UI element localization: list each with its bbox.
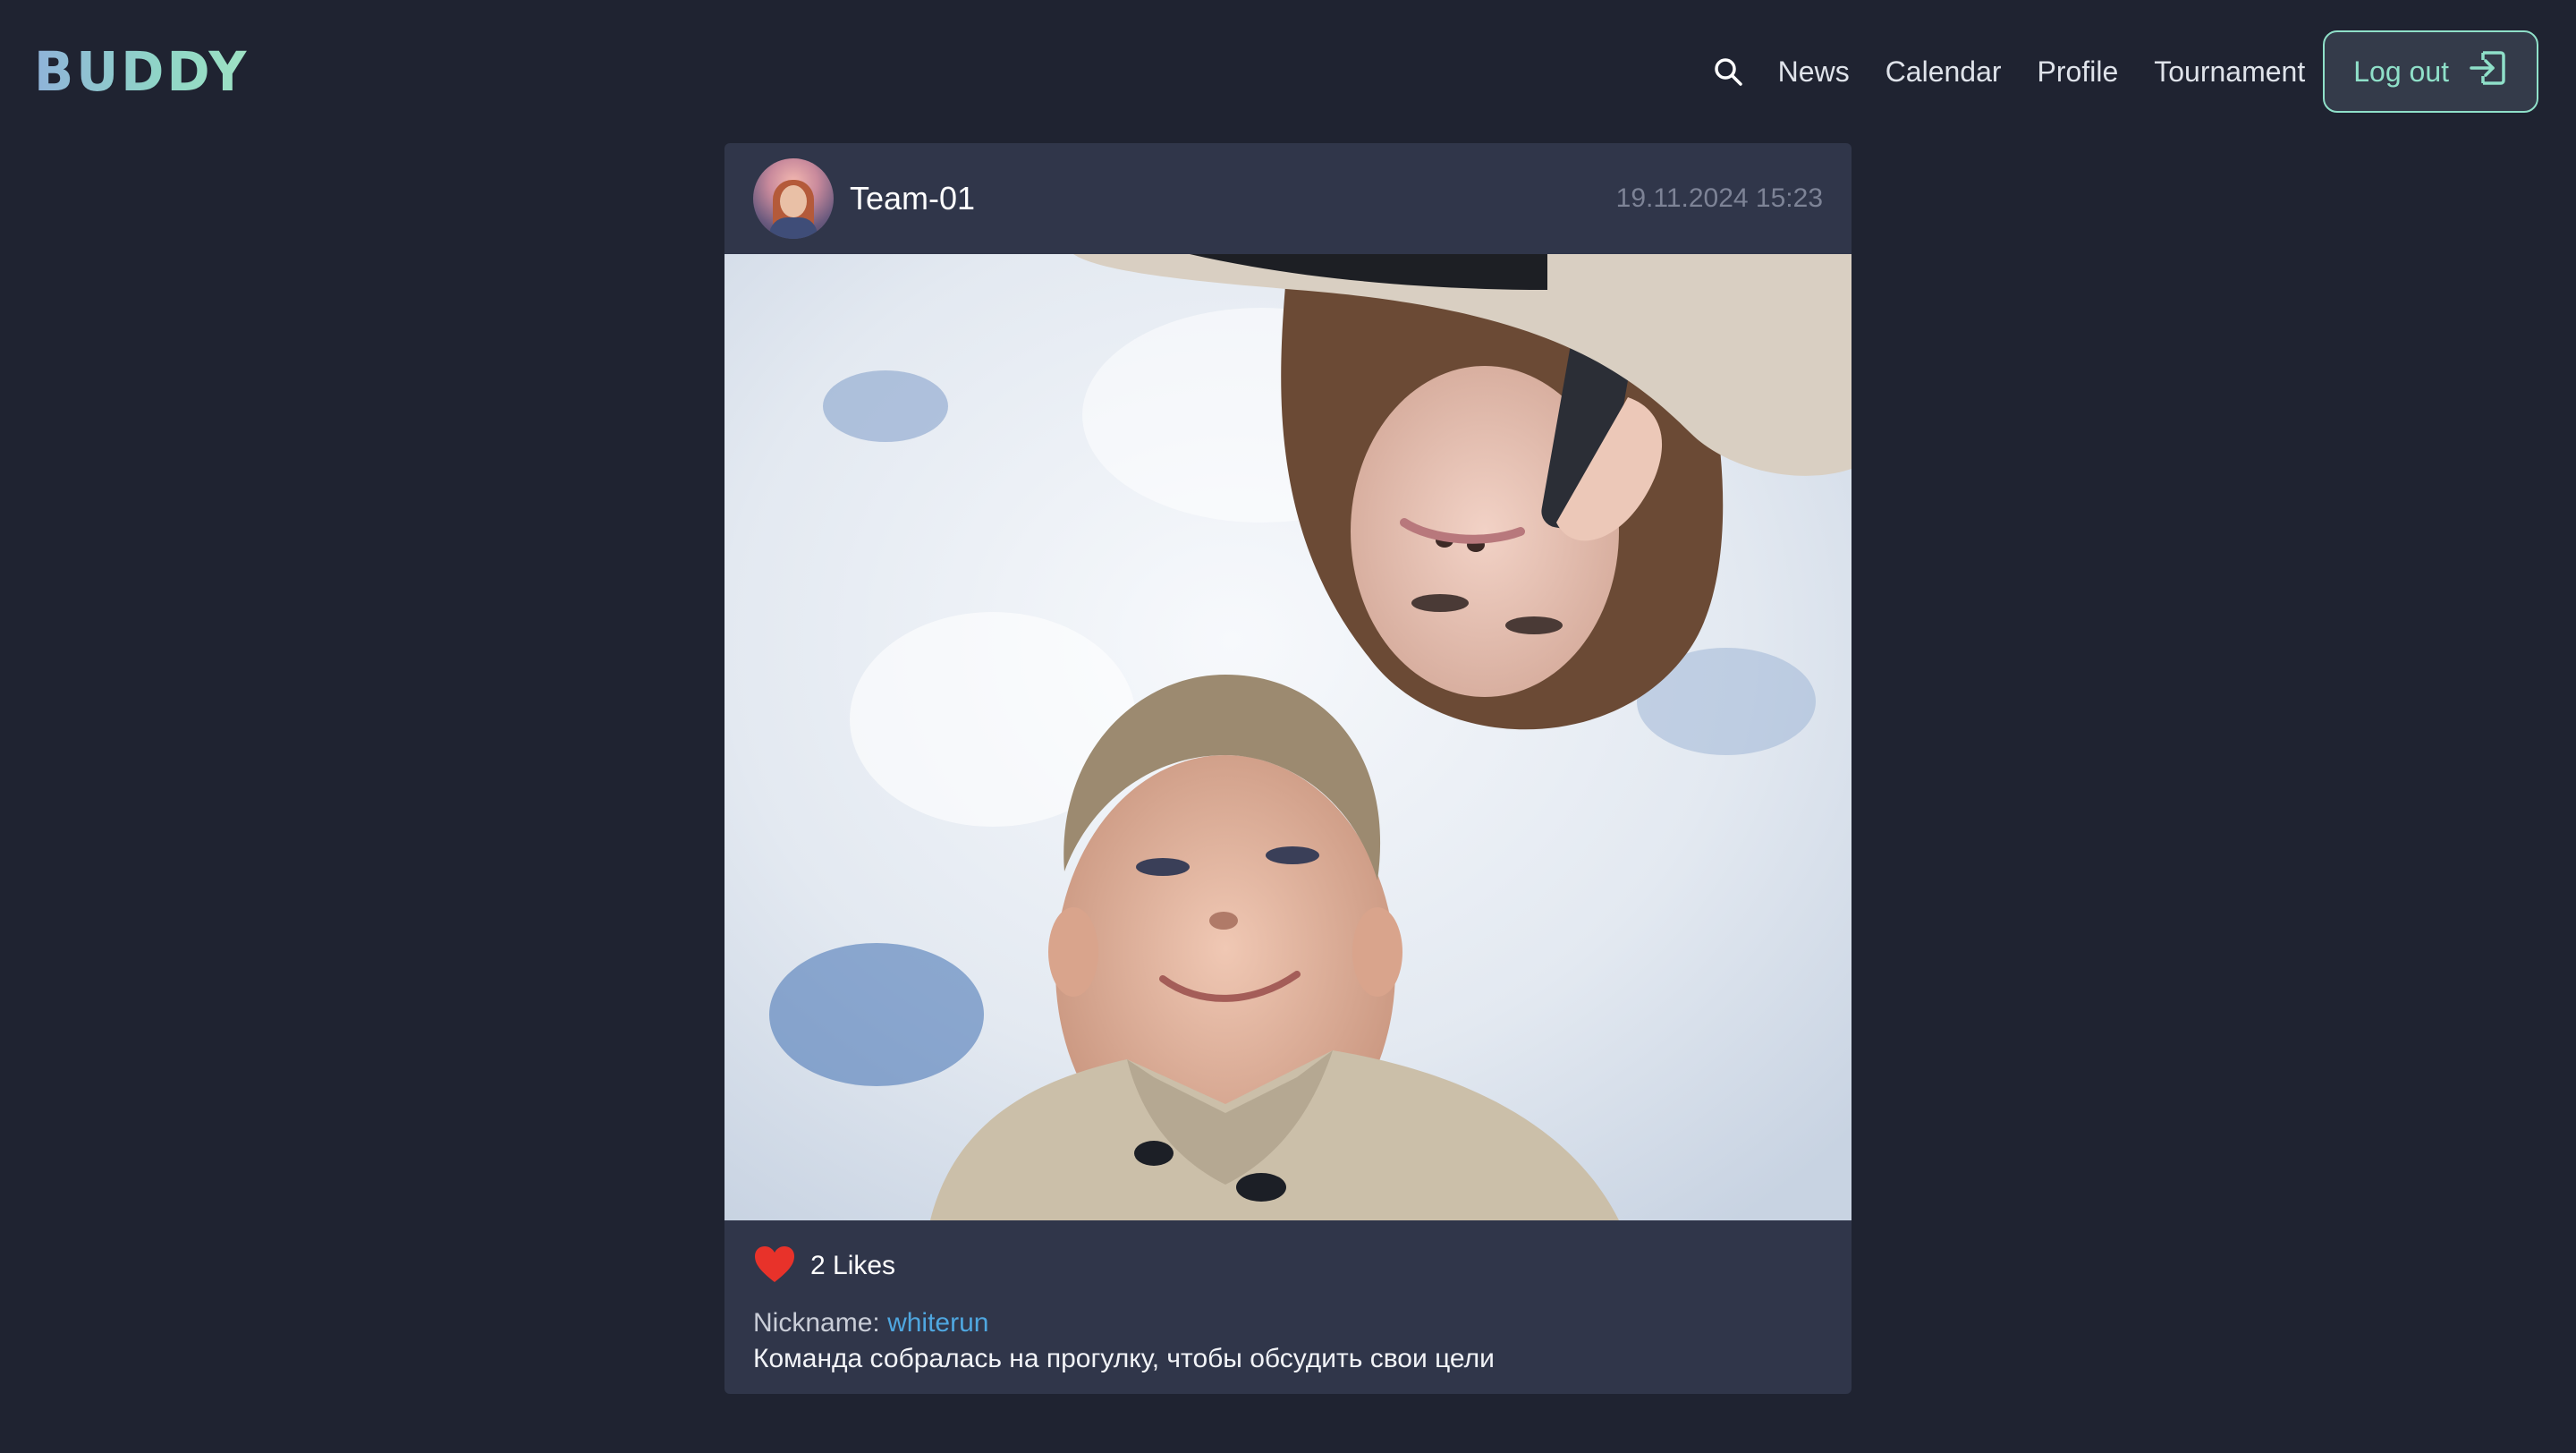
page: BUDDY News Calendar Profile Tournament L… <box>0 0 2576 1453</box>
main-nav: News Calendar Profile Tournament Log out <box>1710 30 2538 113</box>
post-footer: 2 Likes Nickname: whiterun Команда собра… <box>724 1220 1852 1374</box>
nickname-label: Nickname: <box>753 1308 880 1338</box>
post-caption: Команда собралась на прогулку, чтобы обс… <box>753 1344 1495 1373</box>
nav-link-tournament[interactable]: Tournament <box>2154 55 2305 89</box>
logout-button-label: Log out <box>2353 55 2449 88</box>
nav-link-calendar[interactable]: Calendar <box>1885 55 2002 89</box>
likes-count: 2 Likes <box>810 1251 896 1280</box>
nickname-link[interactable]: whiterun <box>887 1308 988 1338</box>
logout-button[interactable]: Log out <box>2323 30 2538 113</box>
post-header: Team-01 19.11.2024 15:23 <box>724 143 1852 254</box>
search-icon[interactable] <box>1710 54 1746 89</box>
post-photo[interactable] <box>724 254 1852 1220</box>
likes-row: 2 Likes <box>753 1233 1823 1299</box>
logout-icon <box>2469 49 2506 94</box>
avatar[interactable] <box>753 158 834 239</box>
nickname-row: Nickname: whiterun <box>753 1308 1823 1338</box>
top-bar: BUDDY News Calendar Profile Tournament L… <box>0 0 2576 143</box>
post-author[interactable]: Team-01 <box>850 180 975 217</box>
nav-link-news[interactable]: News <box>1778 55 1850 89</box>
nav-link-profile[interactable]: Profile <box>2038 55 2119 89</box>
app-logo[interactable]: BUDDY <box>34 39 249 103</box>
heart-icon[interactable] <box>753 1245 796 1288</box>
post-timestamp: 19.11.2024 15:23 <box>1615 183 1823 213</box>
post-card: Team-01 19.11.2024 15:23 2 Likes Nicknam… <box>724 143 1852 1394</box>
